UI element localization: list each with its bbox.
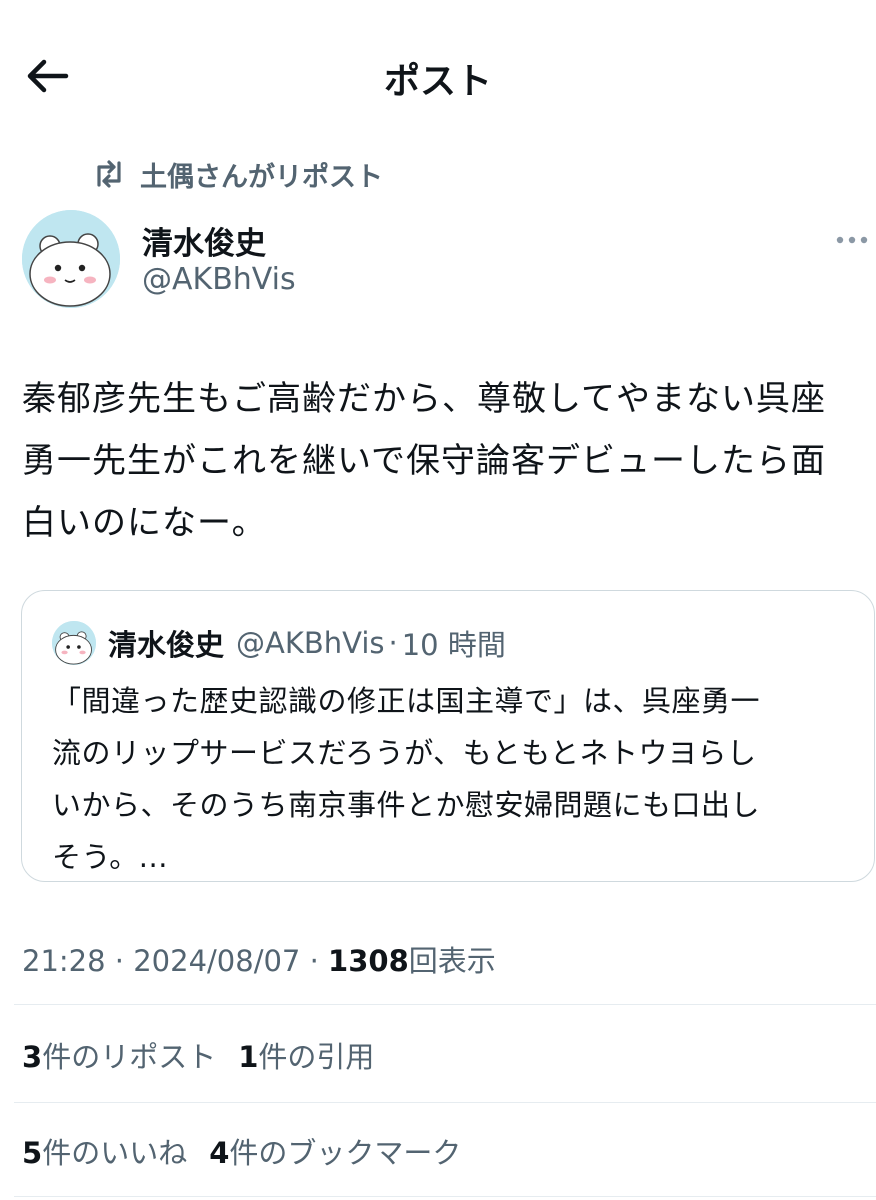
tweet-date[interactable]: 2024/08/07 <box>133 944 300 978</box>
quote-text-line: そう。... <box>52 840 168 874</box>
stats-row-reposts: 3件のリポスト 1件の引用 <box>22 1034 396 1076</box>
tweet-text-line: 勇一先生がこれを継いで保守論客デビューしたら面 <box>22 441 826 481</box>
quote-timestamp: 10 時間 <box>401 628 506 662</box>
like-label: 件のいいね <box>42 1136 188 1170</box>
quote-avatar <box>52 621 96 665</box>
quote-text: 「間違った歴史認識の修正は国主導で」は、呉座勇一 流のリップサービスだろうが、も… <box>52 675 760 883</box>
tweet-text-line: 秦郁彦先生もご高齢だから、尊敬してやまない呉座 <box>22 379 826 419</box>
author-handle[interactable]: @AKBhVis <box>142 262 296 297</box>
avatar[interactable] <box>22 210 120 308</box>
bear-avatar-icon <box>52 621 96 665</box>
stats-row-likes: 5件のいいね 4件のブックマーク <box>22 1130 483 1172</box>
quote-text-line: 「間違った歴史認識の修正は国主導で」は、呉座勇一 <box>52 684 761 718</box>
repost-count: 3 <box>22 1040 43 1074</box>
divider <box>14 1004 876 1005</box>
repost-context-text: 土偶さんがリポスト <box>140 161 383 193</box>
quoted-tweet-card[interactable]: 清水俊史 @AKBhVis · 10 時間 「間違った歴史認識の修正は国主導で」… <box>21 590 875 882</box>
divider <box>14 1196 876 1197</box>
bookmarks-stat[interactable]: 4件のブックマーク <box>209 1136 461 1170</box>
bear-avatar-icon <box>22 210 120 308</box>
bookmark-label: 件のブックマーク <box>229 1136 462 1170</box>
repost-icon <box>97 160 121 188</box>
meta-separator: · <box>300 944 329 978</box>
view-label: 回表示 <box>408 944 496 978</box>
quotes-stat[interactable]: 1件の引用 <box>238 1040 374 1074</box>
quote-header: 清水俊史 @AKBhVis · 10 時間 <box>108 621 506 665</box>
like-count: 5 <box>22 1136 43 1170</box>
quote-text-line: いから、そのうち南京事件とか慰安婦問題にも口出し <box>52 788 761 822</box>
page-title: ポスト <box>383 61 492 102</box>
view-count: 1308 <box>328 944 409 978</box>
tweet-text: 秦郁彦先生もご高齢だから、尊敬してやまない呉座 勇一先生がこれを継いで保守論客デ… <box>22 368 862 554</box>
quote-label: 件の引用 <box>258 1040 375 1074</box>
quote-author-handle: @AKBhVis <box>236 626 385 660</box>
tweet-meta: 21:28 · 2024/08/07 · 1308回表示 <box>22 938 496 980</box>
meta-separator: · <box>105 944 134 978</box>
author-name[interactable]: 清水俊史 <box>142 218 266 263</box>
quote-count: 1 <box>238 1040 259 1074</box>
repost-label: 件のリポスト <box>42 1040 217 1074</box>
repost-context[interactable]: 土偶さんがリポスト <box>92 154 383 194</box>
bookmark-count: 4 <box>209 1136 230 1170</box>
likes-stat[interactable]: 5件のいいね <box>22 1136 187 1170</box>
reposts-stat[interactable]: 3件のリポスト <box>22 1040 216 1074</box>
tweet-time[interactable]: 21:28 <box>22 944 106 978</box>
quote-separator: · <box>388 626 398 660</box>
tweet-text-line: 白いのになー。 <box>22 503 267 543</box>
more-options-button[interactable] <box>832 225 872 255</box>
more-horizontal-icon <box>836 236 868 244</box>
quote-text-line: 流のリップサービスだろうが、もともとネトウヨらし <box>52 736 757 770</box>
quote-author-name: 清水俊史 <box>108 628 225 662</box>
top-bar: ポスト <box>0 0 876 150</box>
divider <box>14 1102 876 1103</box>
